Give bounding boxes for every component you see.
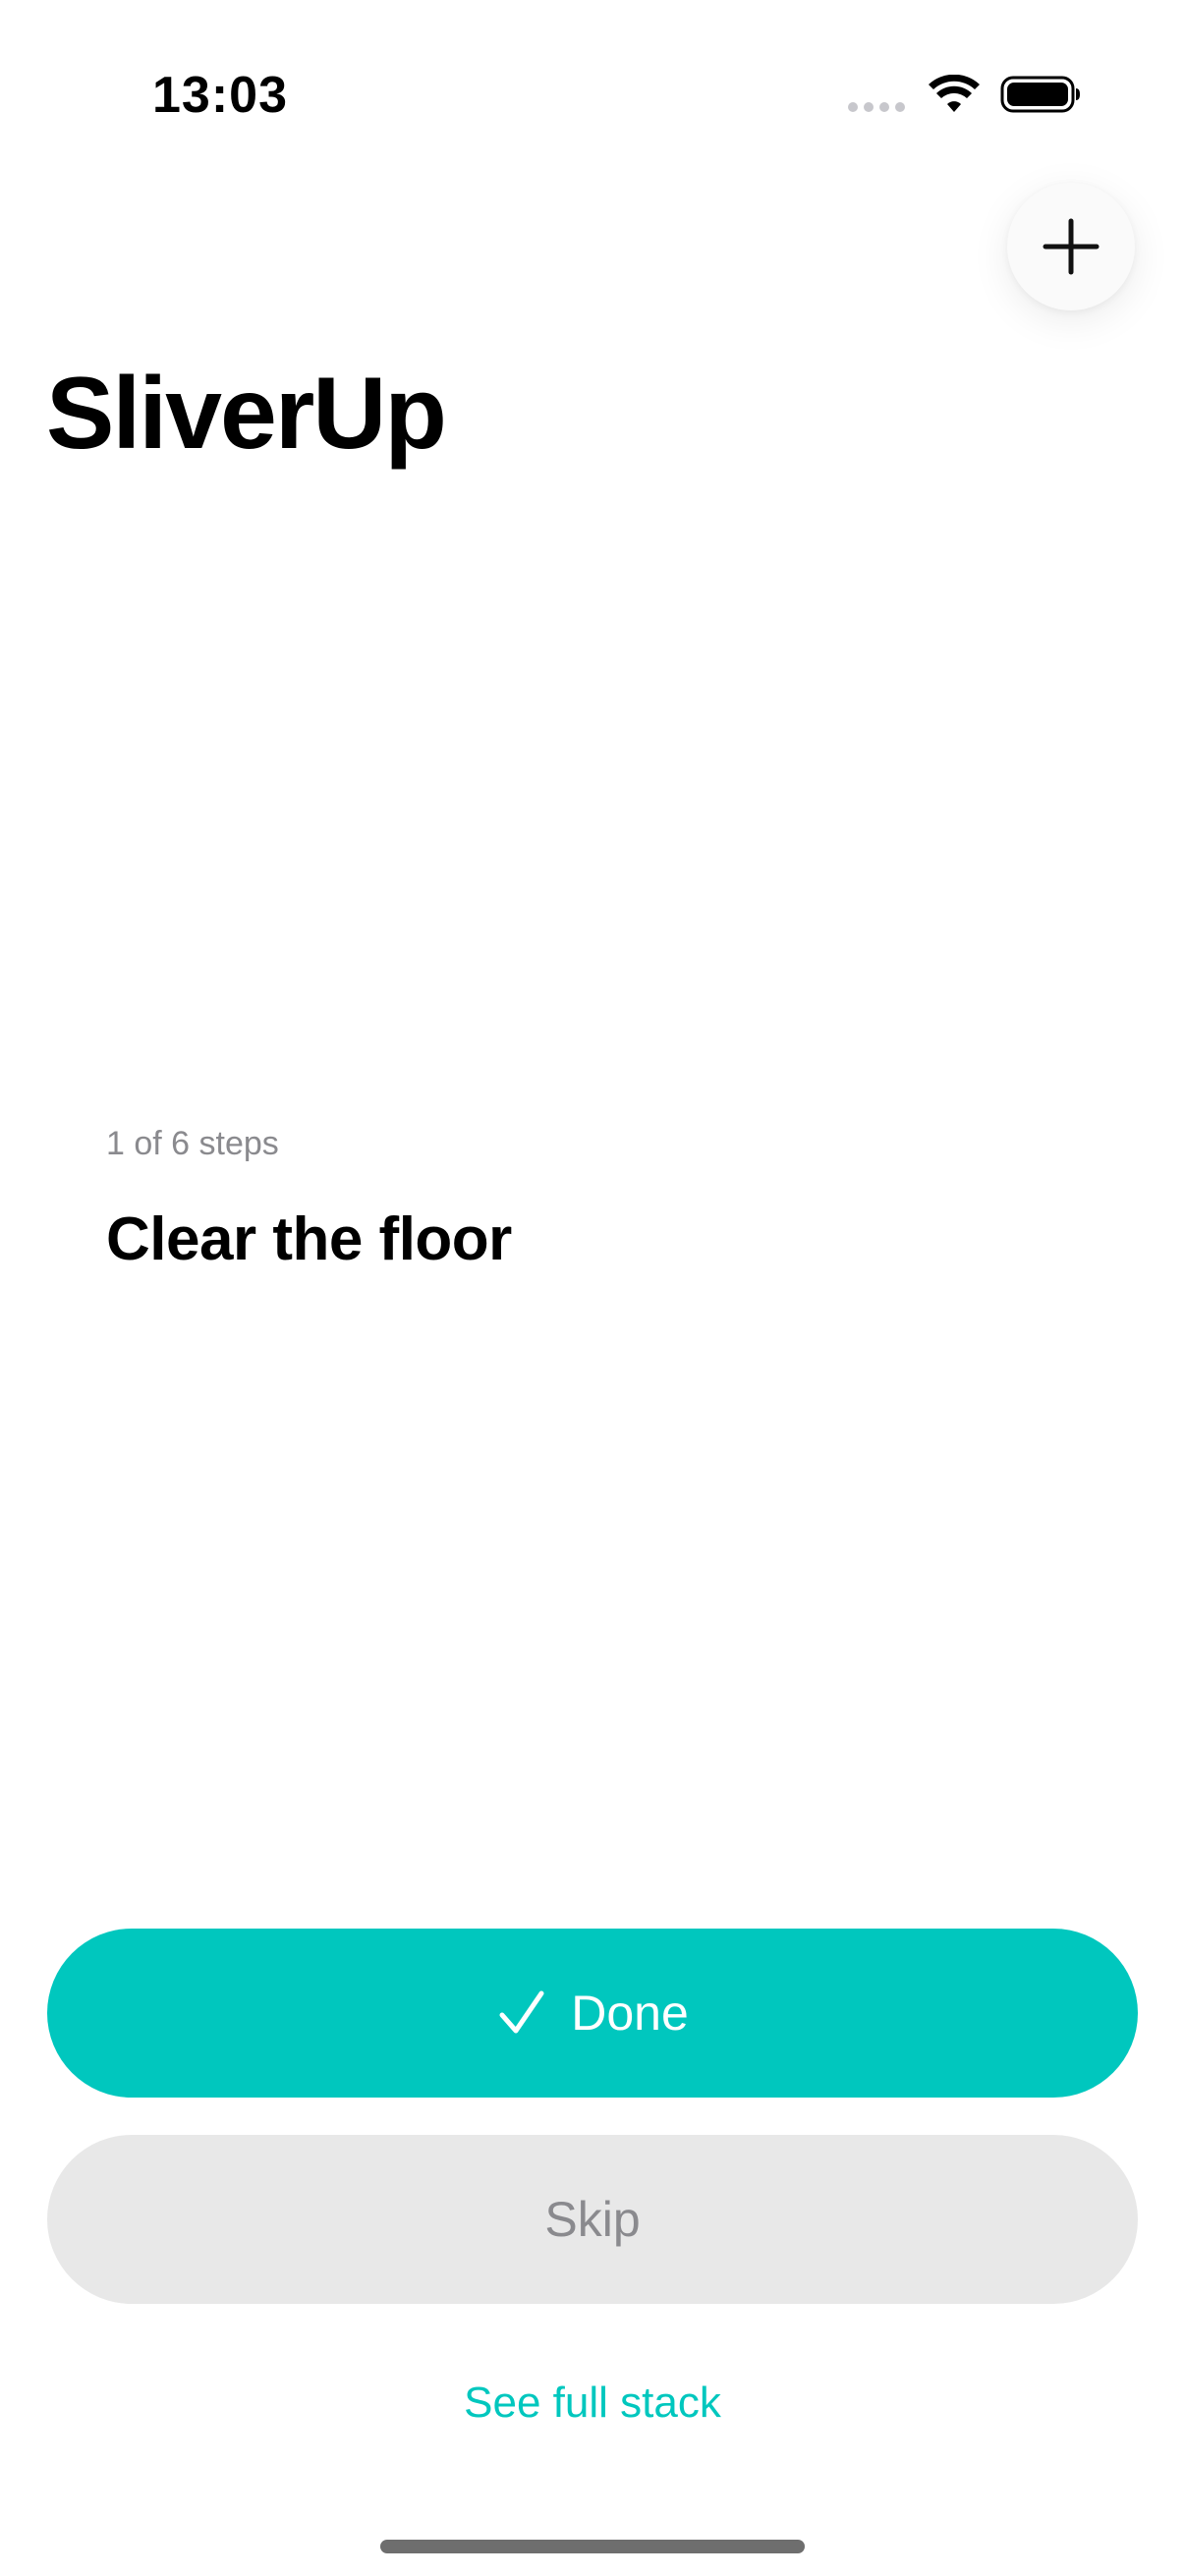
- home-indicator[interactable]: [380, 2540, 805, 2553]
- see-full-stack-link[interactable]: See full stack: [0, 2376, 1185, 2431]
- add-button[interactable]: [1007, 183, 1135, 310]
- plus-icon: [1043, 218, 1100, 275]
- skip-label: Skip: [544, 2192, 641, 2247]
- done-button[interactable]: Done: [47, 1929, 1138, 2098]
- signal-dots-icon: [848, 102, 905, 112]
- step-progress: 1 of 6 steps: [106, 1125, 279, 1162]
- wifi-icon: [929, 75, 980, 112]
- status-icons: [845, 71, 1081, 120]
- step-title: Clear the floor: [106, 1205, 512, 1273]
- battery-icon: [1000, 76, 1080, 113]
- status-time: 13:03: [152, 67, 288, 124]
- page-title: SliverUp: [46, 357, 447, 471]
- skip-button[interactable]: Skip: [47, 2135, 1138, 2304]
- checkmark-icon: [499, 1990, 544, 2034]
- done-label: Done: [571, 1986, 689, 2041]
